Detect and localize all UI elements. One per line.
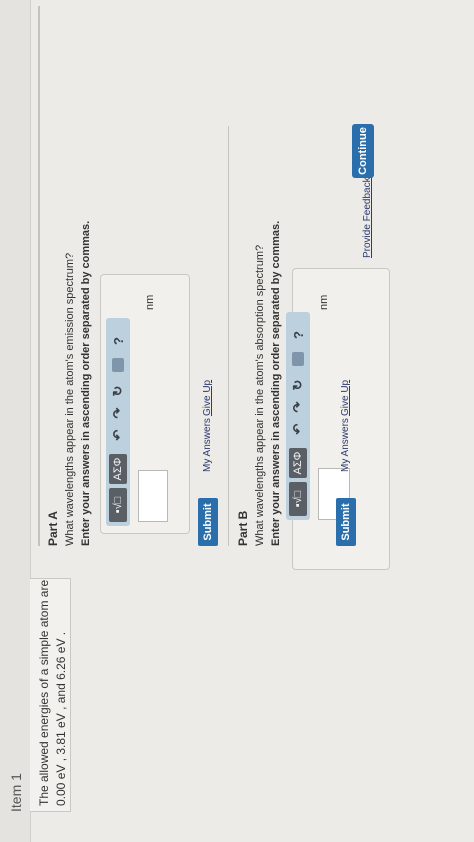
templates-button[interactable]: ▪√□: [289, 482, 307, 516]
give-up-label: Give Up: [340, 379, 351, 416]
part-b-question: What wavelengths appear in the atom's ab…: [254, 244, 266, 546]
screen: Item 1 The allowed energies of a simple …: [0, 0, 474, 842]
part-a-instruction: Enter your answers in ascending order se…: [80, 220, 92, 546]
provide-feedback-label: Provide Feedback: [362, 177, 373, 258]
part-a-my-answers-link[interactable]: My Answers: [202, 418, 213, 472]
problem-text: The allowed energies of a simple atom ar…: [37, 579, 68, 806]
continue-button[interactable]: Continue: [352, 124, 374, 178]
part-b-give-up-link[interactable]: Give Up: [340, 380, 351, 416]
reset-icon[interactable]: ↻: [289, 376, 307, 394]
greek-symbols-button[interactable]: ΑΣΦ: [109, 454, 127, 484]
part-b-unit: nm: [318, 294, 330, 310]
part-a-question: What wavelengths appear in the atom's em…: [64, 252, 76, 546]
greek-icon: ΑΣΦ: [112, 457, 124, 481]
templates-icon: ▪√□: [292, 490, 304, 508]
help-icon[interactable]: ?: [289, 326, 307, 344]
templates-icon: ▪√□: [112, 496, 124, 514]
part-a-give-up-link[interactable]: Give Up: [202, 380, 213, 416]
divider: [228, 126, 229, 546]
give-up-label: Give Up: [202, 379, 213, 416]
part-a-title: Part A: [46, 511, 60, 546]
part-b-submit-button[interactable]: Submit: [336, 498, 356, 546]
part-a-unit: nm: [144, 294, 156, 310]
part-a-submit-button[interactable]: Submit: [198, 498, 218, 546]
undo-icon[interactable]: ↶: [109, 426, 127, 444]
item-header: [0, 0, 31, 842]
greek-symbols-button[interactable]: ΑΣΦ: [289, 448, 307, 478]
provide-feedback-link[interactable]: Provide Feedback: [362, 177, 373, 258]
part-b-my-answers-link[interactable]: My Answers: [340, 418, 351, 472]
item-title: Item 1: [8, 773, 24, 812]
part-a-answer-input[interactable]: [138, 470, 168, 522]
part-b-title: Part B: [236, 510, 250, 546]
redo-icon[interactable]: ↷: [109, 404, 127, 422]
greek-icon: ΑΣΦ: [292, 451, 304, 475]
divider: [38, 6, 40, 546]
templates-button[interactable]: ▪√□: [109, 488, 127, 522]
redo-icon[interactable]: ↷: [289, 398, 307, 416]
keyboard-icon[interactable]: [292, 352, 304, 366]
undo-icon[interactable]: ↶: [289, 420, 307, 438]
keyboard-icon[interactable]: [112, 358, 124, 372]
help-icon[interactable]: ?: [109, 332, 127, 350]
reset-icon[interactable]: ↻: [109, 382, 127, 400]
part-b-instruction: Enter your answers in ascending order se…: [270, 220, 282, 546]
